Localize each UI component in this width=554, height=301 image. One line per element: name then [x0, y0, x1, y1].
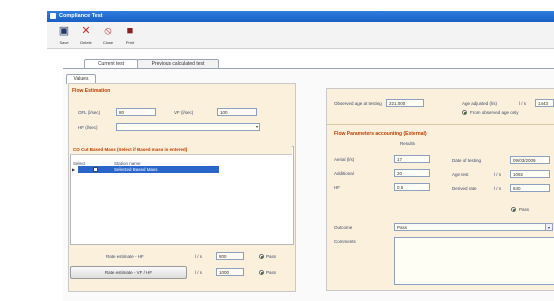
- close-button[interactable]: ⦸ Close: [99, 24, 117, 46]
- mass-header: CO Cut Based Mass (Select if Based mass …: [73, 147, 188, 152]
- age-adjusted-label: Age adjusted (l/s): [462, 101, 498, 106]
- outcome-select[interactable]: Pass: [394, 223, 546, 231]
- observed-age-only-label: From observed age only: [470, 110, 519, 115]
- rate-vf-pass-radio[interactable]: [259, 270, 264, 275]
- window-title: Compliance Test: [59, 13, 103, 19]
- age-adjusted-input[interactable]: 1443: [535, 99, 554, 107]
- rate-hf-input[interactable]: 800: [216, 252, 244, 260]
- flr-label: OFL (l/sec): [78, 110, 101, 115]
- age-test-input[interactable]: 1092: [510, 170, 550, 178]
- delete-button[interactable]: ✕ Delete: [77, 24, 95, 46]
- save-button[interactable]: ▣ Save: [55, 24, 73, 46]
- close-icon: ⦸: [104, 25, 112, 37]
- save-label: Save: [59, 40, 69, 45]
- rate-vf-pass-label: Pass: [266, 270, 277, 275]
- observed-age-label: Observed age at testing: [334, 101, 382, 106]
- date-testing-label: Date of testing: [452, 158, 482, 163]
- row-checkbox[interactable]: [93, 167, 98, 172]
- comments-textarea[interactable]: [394, 237, 554, 285]
- observed-age-only-radio[interactable]: [462, 110, 467, 115]
- hf-select[interactable]: [116, 123, 260, 131]
- aerial-input[interactable]: 17: [394, 155, 430, 163]
- age-adjusted-unit: l / s: [519, 101, 527, 106]
- rate-hf-unit: l / s: [195, 254, 203, 259]
- delete-label: Delete: [80, 40, 92, 45]
- chevron-down-icon: ▾: [255, 124, 258, 129]
- flow-parameters-header: Flow Parameters accounting (External): [334, 131, 427, 137]
- save-icon: ▣: [58, 25, 70, 37]
- hf-param-label: HF: [334, 185, 340, 190]
- print-icon: ■: [126, 25, 134, 37]
- print-label: Print: [125, 40, 135, 45]
- row-pointer-icon: ▶: [72, 167, 76, 172]
- rate-estimate-button[interactable]: Rate estimate - VF / HF: [70, 266, 187, 279]
- additional-input[interactable]: 20: [394, 169, 430, 177]
- app-icon: [50, 13, 56, 19]
- hf-param-input[interactable]: 0.5: [394, 183, 430, 191]
- row-station-name: Selected Based Mass: [114, 167, 158, 172]
- chevron-down-icon[interactable]: ▾: [545, 223, 553, 231]
- divider: [326, 124, 554, 125]
- derived-rate-label: Derived rate: [452, 186, 477, 191]
- rate-hf-pass-radio[interactable]: [259, 254, 264, 259]
- age-test-label: Age test: [452, 172, 469, 177]
- observed-age-input[interactable]: 221.000: [386, 99, 424, 107]
- vf-input[interactable]: 100: [217, 108, 257, 116]
- print-button[interactable]: ■ Print: [121, 24, 139, 46]
- date-testing-input[interactable]: 09/03/2009: [510, 156, 550, 164]
- additional-label: Additional: [334, 171, 354, 176]
- age-test-unit: l / s: [494, 172, 502, 177]
- delete-icon: ✕: [81, 25, 91, 37]
- pass-label: Pass: [519, 207, 530, 212]
- derived-rate-input[interactable]: 840: [510, 184, 550, 192]
- comments-label: Comments: [334, 239, 356, 244]
- toolbar: ▣ Save ✕ Delete ⦸ Close ■ Print: [47, 22, 554, 49]
- close-label: Close: [102, 40, 114, 45]
- results-column-header: Results: [400, 141, 416, 146]
- rate-vf-unit: l / s: [195, 270, 203, 275]
- flow-estimation-header: Flow Estimation: [72, 88, 111, 94]
- outcome-label: Outcome: [334, 225, 353, 230]
- mass-table-box: [70, 146, 294, 245]
- hf-label: HF (l/sec): [78, 125, 98, 130]
- flr-input[interactable]: 80: [116, 108, 156, 116]
- rate-hf-pass-label: Pass: [266, 254, 277, 259]
- pass-radio[interactable]: [511, 207, 516, 212]
- aerial-label: Aerial (l/s): [334, 157, 355, 162]
- rate-hf-label: Rate estimate - HF: [106, 254, 144, 259]
- vf-label: VF (l/sec): [174, 110, 194, 115]
- title-bar: Compliance Test: [47, 11, 554, 22]
- rate-vf-input[interactable]: 1000: [216, 268, 244, 276]
- derived-rate-unit: l / s: [494, 186, 502, 191]
